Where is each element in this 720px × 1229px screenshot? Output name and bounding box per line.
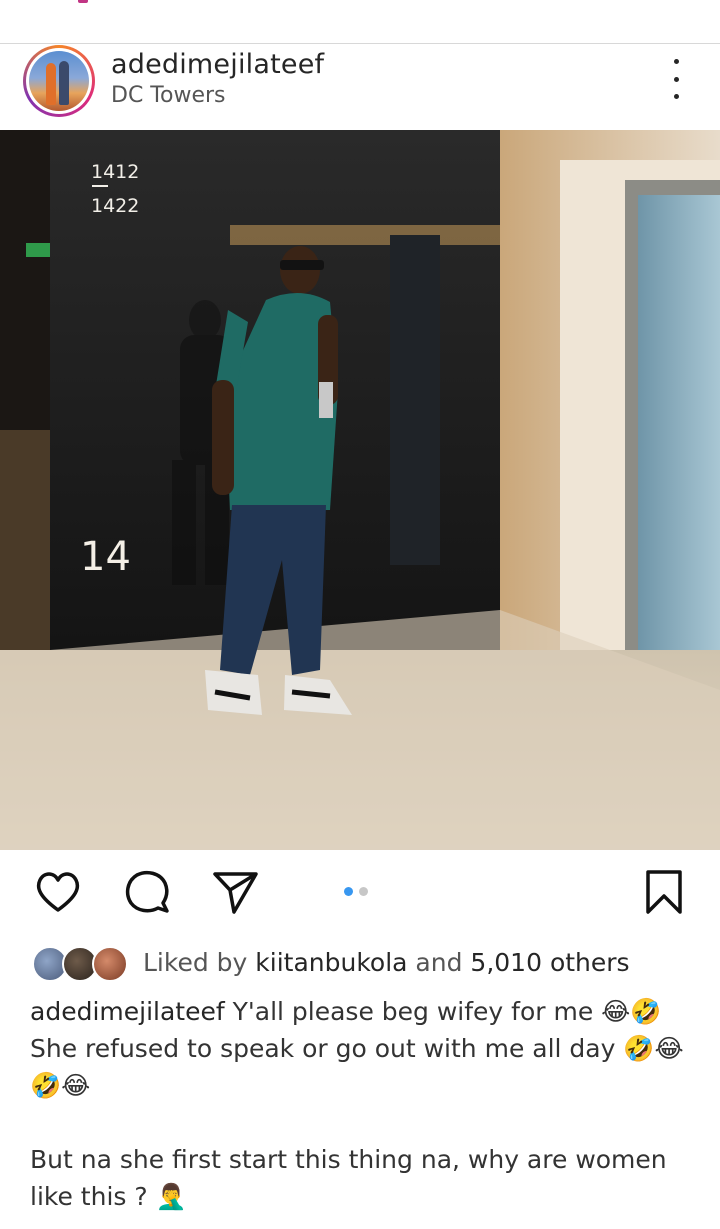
likes-and: and	[407, 948, 471, 977]
avatar[interactable]	[29, 51, 89, 111]
top-accent-mark	[78, 0, 88, 3]
bookmark-icon	[646, 870, 682, 914]
likes-summary[interactable]: Liked by kiitanbukola and 5,010 others	[143, 948, 630, 977]
floor-number: 14	[80, 534, 131, 580]
post-header: adedimejilateef DC Towers	[0, 45, 720, 129]
carousel-indicator	[344, 887, 368, 896]
share-icon	[213, 872, 258, 914]
caption-line-1: Y'all please beg wifey for me 😂🤣	[224, 997, 662, 1026]
comment-icon	[125, 870, 169, 913]
liker-avatars[interactable]	[32, 946, 130, 982]
post-photo-scene: 1412 1422 14	[0, 130, 720, 850]
caption-line-5: like this ? 🤦‍♂️	[30, 1182, 187, 1211]
comment-button[interactable]	[121, 866, 173, 918]
caption-username[interactable]: adedimejilateef	[30, 997, 225, 1026]
post-photo[interactable]: 1412 1422 14	[0, 130, 720, 850]
caption-line-2: She refused to speak or go out with me a…	[30, 1034, 684, 1063]
heart-icon	[36, 872, 80, 912]
floor-label-bottom: 1422	[91, 195, 139, 217]
carousel-dot-active	[344, 887, 353, 896]
likes-row: Liked by kiitanbukola and 5,010 others	[0, 944, 720, 984]
floor-label-top: 1412	[91, 161, 139, 183]
share-button[interactable]	[209, 866, 261, 918]
post-actions	[0, 858, 720, 930]
post-location[interactable]: DC Towers	[111, 83, 226, 108]
like-button[interactable]	[32, 866, 84, 918]
caption-line-4: But na she first start this thing na, wh…	[30, 1145, 667, 1174]
caption-line-3: 🤣😂	[30, 1071, 91, 1100]
likes-prefix: Liked by	[143, 948, 256, 977]
top-status-strip	[0, 0, 720, 44]
more-options-button[interactable]	[664, 59, 688, 99]
carousel-dot	[359, 887, 368, 896]
liker-avatar	[92, 946, 128, 982]
liker-username[interactable]: kiitanbukola	[255, 948, 407, 977]
post-username[interactable]: adedimejilateef	[111, 49, 324, 80]
save-button[interactable]	[638, 866, 690, 918]
story-ring[interactable]	[23, 45, 95, 117]
likes-others[interactable]: 5,010 others	[470, 948, 629, 977]
more-vertical-icon	[673, 59, 679, 64]
post-caption: adedimejilateef Y'all please beg wifey f…	[30, 993, 690, 1215]
